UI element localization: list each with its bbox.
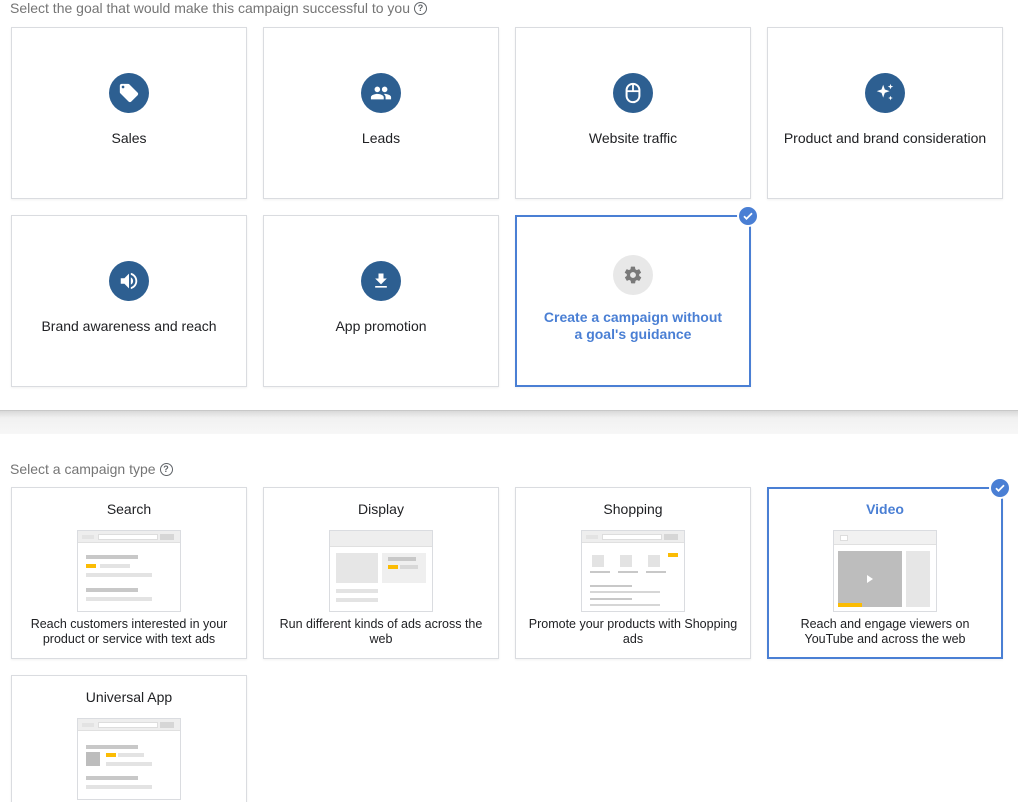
tag-icon [109,73,149,113]
goal-section-label: Select the goal that would make this cam… [10,0,427,16]
goal-label: Product and brand consideration [783,130,987,146]
people-icon [361,73,401,113]
gear-icon [613,255,653,295]
help-icon[interactable]: ? [414,1,427,15]
goal-label: Leads [361,130,401,146]
campaign-type-display[interactable]: Display Run different kinds of ads acros… [263,487,499,659]
download-icon [361,261,401,301]
video-illustration [833,530,937,612]
mouse-icon [613,73,653,113]
section-divider [0,410,1018,434]
shopping-illustration [581,530,685,612]
search-illustration [77,530,181,612]
campaign-type-search[interactable]: Search Reach customers interested in you… [11,487,247,659]
goal-label: Create a campaign without a goal's guida… [543,309,723,342]
goal-card-brand-awareness[interactable]: Brand awareness and reach [11,215,247,387]
goal-card-product-brand-consideration[interactable]: Product and brand consideration [767,27,1003,199]
campaign-type-description: Reach customers interested in your produ… [30,617,228,646]
universal-app-illustration [77,718,181,800]
type-section-label: Select a campaign type ? [10,461,173,477]
speaker-icon [109,261,149,301]
type-section-label-text: Select a campaign type [10,461,156,477]
campaign-type-video[interactable]: Video Reach and engage viewers on YouTub… [767,487,1003,659]
sparkle-icon [865,73,905,113]
goal-card-app-promotion[interactable]: App promotion [263,215,499,387]
help-icon[interactable]: ? [159,462,173,476]
campaign-type-title: Search [106,501,152,517]
campaign-type-description: Promote your products with Shopping ads [528,617,738,646]
selected-check-icon [737,205,759,227]
campaign-type-title: Universal App [85,689,173,705]
goal-section-label-text: Select the goal that would make this cam… [10,0,410,16]
goal-card-sales[interactable]: Sales [11,27,247,199]
goal-card-leads[interactable]: Leads [263,27,499,199]
campaign-type-description: Run different kinds of ads across the we… [279,617,483,646]
campaign-type-universal-app[interactable]: Universal App [11,675,247,802]
campaign-type-title: Video [866,501,904,517]
goal-label: Website traffic [588,130,678,146]
campaign-type-title: Shopping [603,501,663,517]
goal-label: App promotion [335,318,427,334]
goal-card-website-traffic[interactable]: Website traffic [515,27,751,199]
campaign-type-shopping[interactable]: Shopping Promote your products with Shop… [515,487,751,659]
campaign-type-title: Display [358,501,404,517]
campaign-type-description: Reach and engage viewers on YouTube and … [800,617,970,646]
goal-card-no-goal[interactable]: Create a campaign without a goal's guida… [515,215,751,387]
goal-label: Brand awareness and reach [41,318,217,334]
display-illustration [329,530,433,612]
selected-check-icon [989,477,1011,499]
goal-label: Sales [111,130,147,146]
